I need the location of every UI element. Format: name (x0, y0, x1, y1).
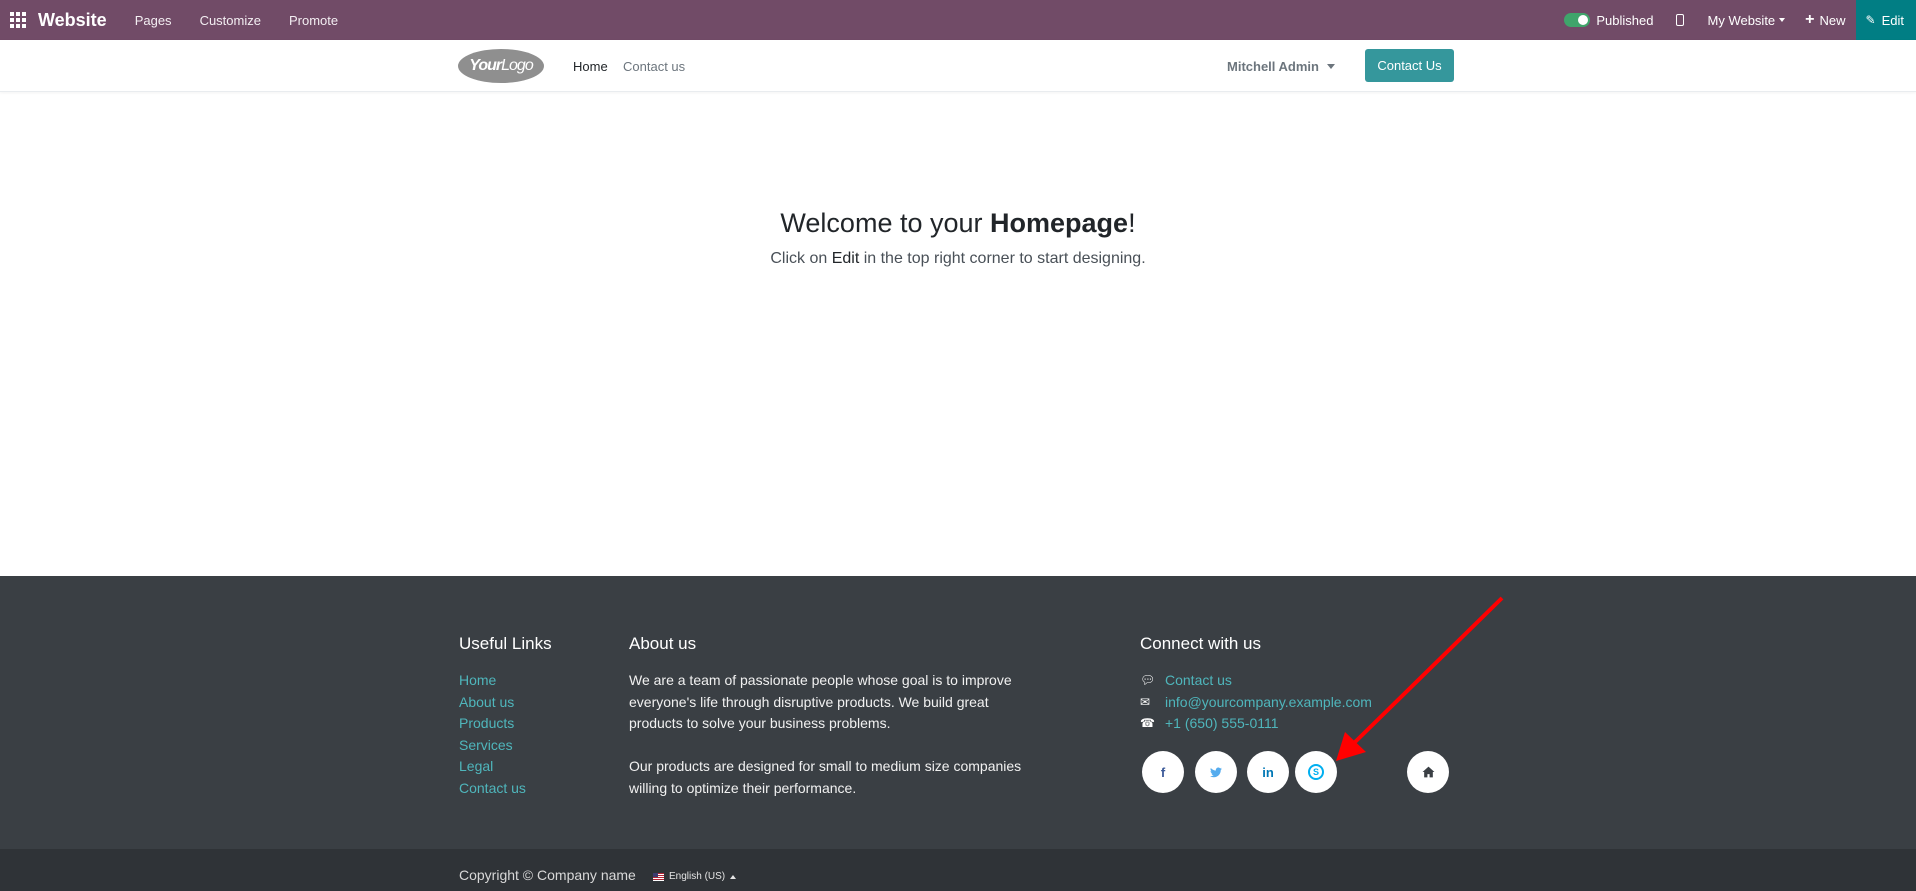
footer-link-contact[interactable]: Contact us (459, 778, 526, 800)
hero-sub-prefix: Click on (770, 250, 832, 267)
about-text: We are a team of passionate people whose… (629, 670, 1029, 800)
footer-phone-link[interactable]: +1 (650) 555-0111 (1165, 713, 1279, 735)
hero-title-prefix: Welcome to your (780, 208, 991, 238)
mobile-preview-icon[interactable] (1675, 14, 1684, 26)
chevron-down-icon (1326, 64, 1335, 69)
copyright-text: Copyright © Company name (459, 867, 636, 883)
comment-icon: 💬︎ (1140, 673, 1156, 687)
linkedin-icon[interactable]: in (1247, 751, 1289, 793)
plus-icon: + (1805, 11, 1815, 28)
published-toggle[interactable] (1564, 13, 1591, 27)
nav-home[interactable]: Home (573, 59, 608, 74)
pencil-icon: ✎ (1865, 13, 1876, 27)
chevron-up-icon (730, 874, 737, 879)
edit-button[interactable]: ✎ Edit (1855, 0, 1916, 40)
language-selector[interactable]: English (US) (653, 871, 737, 882)
apps-menu-icon[interactable] (0, 0, 38, 40)
topnav-promote[interactable]: Promote (289, 13, 338, 28)
chevron-down-icon (1779, 18, 1786, 22)
nav-contact-us[interactable]: Contact us (623, 59, 685, 74)
hero-subtitle: Click on Edit in the top right corner to… (0, 250, 1916, 268)
footer-link-home[interactable]: Home (459, 670, 526, 692)
app-brand[interactable]: Website (38, 10, 107, 31)
topnav-customize[interactable]: Customize (200, 13, 261, 28)
skype-icon[interactable]: S (1295, 751, 1337, 793)
published-label: Published (1596, 12, 1654, 28)
admin-topbar: Website Pages Customize Promote Publishe… (0, 0, 1916, 40)
footer-link-products[interactable]: Products (459, 713, 526, 735)
home-icon[interactable] (1407, 751, 1449, 793)
logo-text-bold: Your (469, 57, 502, 74)
hero-sub-suffix: in the top right corner to start designi… (859, 250, 1146, 267)
topnav-pages[interactable]: Pages (135, 13, 172, 28)
about-title: About us (629, 634, 697, 653)
hero-title-bold: Homepage (990, 208, 1129, 238)
about-paragraph-2: Our products are designed for small to m… (629, 758, 1022, 796)
connect-title: Connect with us (1140, 634, 1261, 653)
my-website-label: My Website (1707, 12, 1776, 28)
user-menu[interactable]: Mitchell Admin (1227, 59, 1335, 74)
hero-title: Welcome to your Homepage! (0, 208, 1916, 239)
hero-title-suffix: ! (1128, 208, 1136, 238)
new-button[interactable]: + New (1805, 12, 1845, 28)
edit-label: Edit (1881, 12, 1904, 28)
hero-sub-edit: Edit (831, 250, 860, 267)
site-header: Your Logo Home Contact us Mitchell Admin … (0, 40, 1916, 92)
user-name: Mitchell Admin (1227, 59, 1319, 74)
my-website-dropdown[interactable]: My Website (1708, 13, 1786, 28)
contact-list: 💬︎ Contact us ✉ info@yourcompany.example.c… (1140, 670, 1372, 735)
footer-link-services[interactable]: Services (459, 735, 526, 757)
site-footer: Useful Links Home About us Products Serv… (0, 576, 1916, 849)
copyright-bar: Copyright © Company name English (US) (0, 849, 1916, 891)
phone-icon: ☎ (1140, 716, 1155, 731)
logo-text-light: Logo (501, 57, 534, 74)
us-flag-icon (653, 872, 664, 881)
envelope-icon: ✉ (1140, 694, 1151, 709)
footer-link-about[interactable]: About us (459, 692, 526, 714)
language-label: English (US) (669, 871, 726, 882)
contact-us-button[interactable]: Contact Us (1365, 49, 1454, 82)
footer-email-link[interactable]: info@yourcompany.example.com (1165, 692, 1372, 714)
footer-link-legal[interactable]: Legal (459, 756, 526, 778)
footer-contact-link[interactable]: Contact us (1165, 670, 1232, 692)
about-paragraph-1: We are a team of passionate people whose… (629, 672, 1012, 732)
twitter-icon[interactable] (1195, 751, 1237, 793)
facebook-icon[interactable]: f (1142, 751, 1184, 793)
useful-links-list: Home About us Products Services Legal Co… (459, 670, 526, 800)
new-label: New (1819, 12, 1846, 28)
site-logo[interactable]: Your Logo (458, 49, 544, 83)
useful-links-title: Useful Links (459, 634, 552, 653)
